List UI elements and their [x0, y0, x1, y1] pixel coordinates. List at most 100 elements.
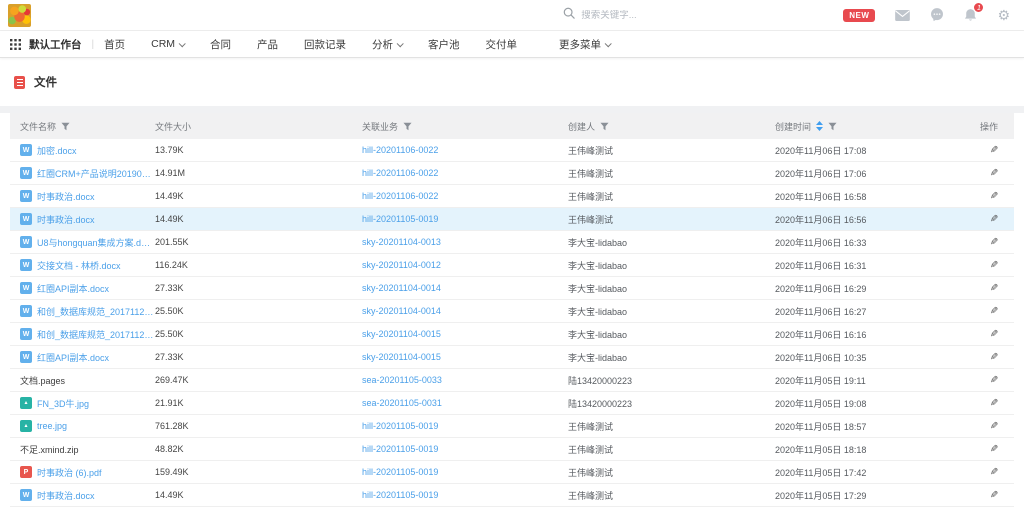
related-business-link[interactable]: sea-20201105-0031	[362, 398, 442, 408]
nav-item-5[interactable]: 分析	[372, 37, 402, 52]
edit-icon[interactable]	[990, 467, 998, 478]
related-business-link[interactable]: sky-20201104-0015	[362, 329, 441, 339]
edit-icon[interactable]	[990, 444, 998, 455]
edit-icon[interactable]	[990, 283, 998, 294]
nav-item-1[interactable]: CRM	[151, 38, 184, 50]
related-business-link[interactable]: hill-20201105-0019	[362, 214, 438, 224]
column-header-4[interactable]: 创建时间	[775, 120, 970, 133]
table-row[interactable]: W 和创_数据库规范_20171124.doc 25.50K sky-20201…	[10, 323, 1014, 346]
edit-icon[interactable]	[990, 214, 998, 225]
nav-item-4[interactable]: 回款记录	[304, 37, 346, 52]
related-business-link[interactable]: sky-20201104-0013	[362, 237, 441, 247]
edit-icon[interactable]	[990, 329, 998, 340]
table-row[interactable]: W 红圈CRM+产品说明201901_前端... 14.91M hill-202…	[10, 162, 1014, 185]
app-logo[interactable]	[8, 4, 31, 27]
table-row[interactable]: P 时事政治 (6).pdf 159.49K hill-20201105-001…	[10, 461, 1014, 484]
sort-icon[interactable]	[816, 121, 823, 131]
table-row[interactable]: W U8与hongquan集成方案.docx 201.55K sky-20201…	[10, 231, 1014, 254]
edit-icon[interactable]	[990, 168, 998, 179]
related-business-link[interactable]: hill-20201105-0019	[362, 467, 438, 477]
edit-icon[interactable]	[990, 260, 998, 271]
table-row[interactable]: W 红圈API副本.docx 27.33K sky-20201104-0015 …	[10, 346, 1014, 369]
table-row[interactable]: W 红圈API副本.docx 27.33K sky-20201104-0014 …	[10, 277, 1014, 300]
filter-icon[interactable]	[61, 122, 70, 131]
edit-icon[interactable]	[990, 490, 998, 501]
column-header-3[interactable]: 创建人	[568, 120, 775, 133]
search-input[interactable]	[581, 10, 701, 21]
file-name-link[interactable]: 和创_数据库规范_20171124.doc	[37, 328, 155, 341]
related-business-cell: sea-20201105-0031	[362, 398, 568, 408]
table-row[interactable]: W 时事政治.docx 14.49K hill-20201105-0019 王伟…	[10, 484, 1014, 507]
column-header-5[interactable]: 操作	[970, 120, 1014, 133]
column-header-1[interactable]: 文件大小	[155, 120, 362, 133]
edit-icon[interactable]	[990, 237, 998, 248]
edit-icon[interactable]	[990, 352, 998, 363]
edit-icon[interactable]	[990, 421, 998, 432]
creator: 李大宝-lidabao	[568, 282, 775, 295]
table-row[interactable]: W 和创_数据库规范_20171124.doc 25.50K sky-20201…	[10, 300, 1014, 323]
related-business-link[interactable]: hill-20201106-0022	[362, 168, 438, 178]
table-row[interactable]: 不足.xmind.zip 48.82K hill-20201105-0019 王…	[10, 438, 1014, 461]
gear-icon[interactable]: ⚙	[997, 8, 1010, 22]
new-badge[interactable]: NEW	[843, 9, 875, 22]
related-business-link[interactable]: hill-20201106-0022	[362, 145, 438, 155]
file-size: 27.33K	[155, 352, 362, 362]
file-name-link[interactable]: 文档.pages	[20, 374, 65, 387]
file-name-link[interactable]: 不足.xmind.zip	[20, 443, 79, 456]
table-row[interactable]: W 加密.docx 13.79K hill-20201106-0022 王伟峰测…	[10, 139, 1014, 162]
related-business-link[interactable]: sky-20201104-0015	[362, 352, 441, 362]
edit-icon[interactable]	[990, 398, 998, 409]
bell-icon[interactable]: 1	[964, 8, 977, 22]
workspace-title[interactable]: 默认工作台	[29, 37, 82, 52]
column-header-0[interactable]: 文件名称	[10, 120, 155, 133]
column-header-2[interactable]: 关联业务	[362, 120, 568, 133]
table-row[interactable]: ▴ FN_3D牛.jpg 21.91K sea-20201105-0031 陆1…	[10, 392, 1014, 415]
filter-icon[interactable]	[403, 122, 412, 131]
nav-item-3[interactable]: 产品	[257, 37, 278, 52]
filter-icon[interactable]	[828, 122, 837, 131]
edit-icon[interactable]	[990, 145, 998, 156]
file-name-link[interactable]: 时事政治.docx	[37, 190, 95, 203]
edit-icon[interactable]	[990, 191, 998, 202]
related-business-link[interactable]: sky-20201104-0014	[362, 306, 441, 316]
nav-item-2[interactable]: 合同	[210, 37, 231, 52]
created-time: 2020年11月05日 19:11	[775, 374, 970, 387]
table-row[interactable]: W 交接文档 - 林桥.docx 116.24K sky-20201104-00…	[10, 254, 1014, 277]
related-business-link[interactable]: sea-20201105-0033	[362, 375, 442, 385]
file-name-link[interactable]: 时事政治.docx	[37, 489, 95, 502]
related-business-link[interactable]: hill-20201105-0019	[362, 490, 438, 500]
related-business-link[interactable]: hill-20201106-0022	[362, 191, 438, 201]
file-name-link[interactable]: 和创_数据库规范_20171124.doc	[37, 305, 155, 318]
file-name-link[interactable]: 时事政治 (6).pdf	[37, 466, 102, 479]
filter-icon[interactable]	[600, 122, 609, 131]
related-business-cell: sky-20201104-0015	[362, 329, 568, 339]
file-name-link[interactable]: 红圈API副本.docx	[37, 351, 109, 364]
mail-icon[interactable]	[895, 10, 910, 21]
file-name-link[interactable]: U8与hongquan集成方案.docx	[37, 236, 155, 249]
edit-icon[interactable]	[990, 306, 998, 317]
file-name-link[interactable]: FN_3D牛.jpg	[37, 397, 89, 410]
table-row[interactable]: ▴ tree.jpg 761.28K hill-20201105-0019 王伟…	[10, 415, 1014, 438]
nav-item-6[interactable]: 客户池	[428, 37, 460, 52]
related-business-link[interactable]: sky-20201104-0014	[362, 283, 441, 293]
nav-item-8[interactable]: 更多菜单	[559, 37, 610, 52]
edit-icon[interactable]	[990, 375, 998, 386]
table-row[interactable]: W 时事政治.docx 14.49K hill-20201105-0019 王伟…	[10, 208, 1014, 231]
app-grid-icon[interactable]	[10, 39, 21, 50]
related-business-link[interactable]: sky-20201104-0012	[362, 260, 441, 270]
file-name-link[interactable]: tree.jpg	[37, 421, 67, 431]
file-name-link[interactable]: 加密.docx	[37, 144, 77, 157]
file-name-link[interactable]: 红圈CRM+产品说明201901_前端...	[37, 167, 155, 180]
file-name-link[interactable]: 时事政治.docx	[37, 213, 95, 226]
table-row[interactable]: 文档.pages 269.47K sea-20201105-0033 陆1342…	[10, 369, 1014, 392]
table-row[interactable]: W 时事政治.docx 14.49K hill-20201106-0022 王伟…	[10, 185, 1014, 208]
file-name-link[interactable]: 红圈API副本.docx	[37, 282, 109, 295]
related-business-link[interactable]: hill-20201105-0019	[362, 444, 438, 454]
related-business-link[interactable]: hill-20201105-0019	[362, 421, 438, 431]
nav-item-0[interactable]: 首页	[104, 37, 125, 52]
file-name-link[interactable]: 交接文档 - 林桥.docx	[37, 259, 121, 272]
chat-icon[interactable]	[930, 8, 944, 22]
nav-item-7[interactable]: 交付单	[486, 37, 518, 52]
global-search[interactable]	[563, 6, 713, 24]
operation-cell	[970, 398, 1014, 409]
